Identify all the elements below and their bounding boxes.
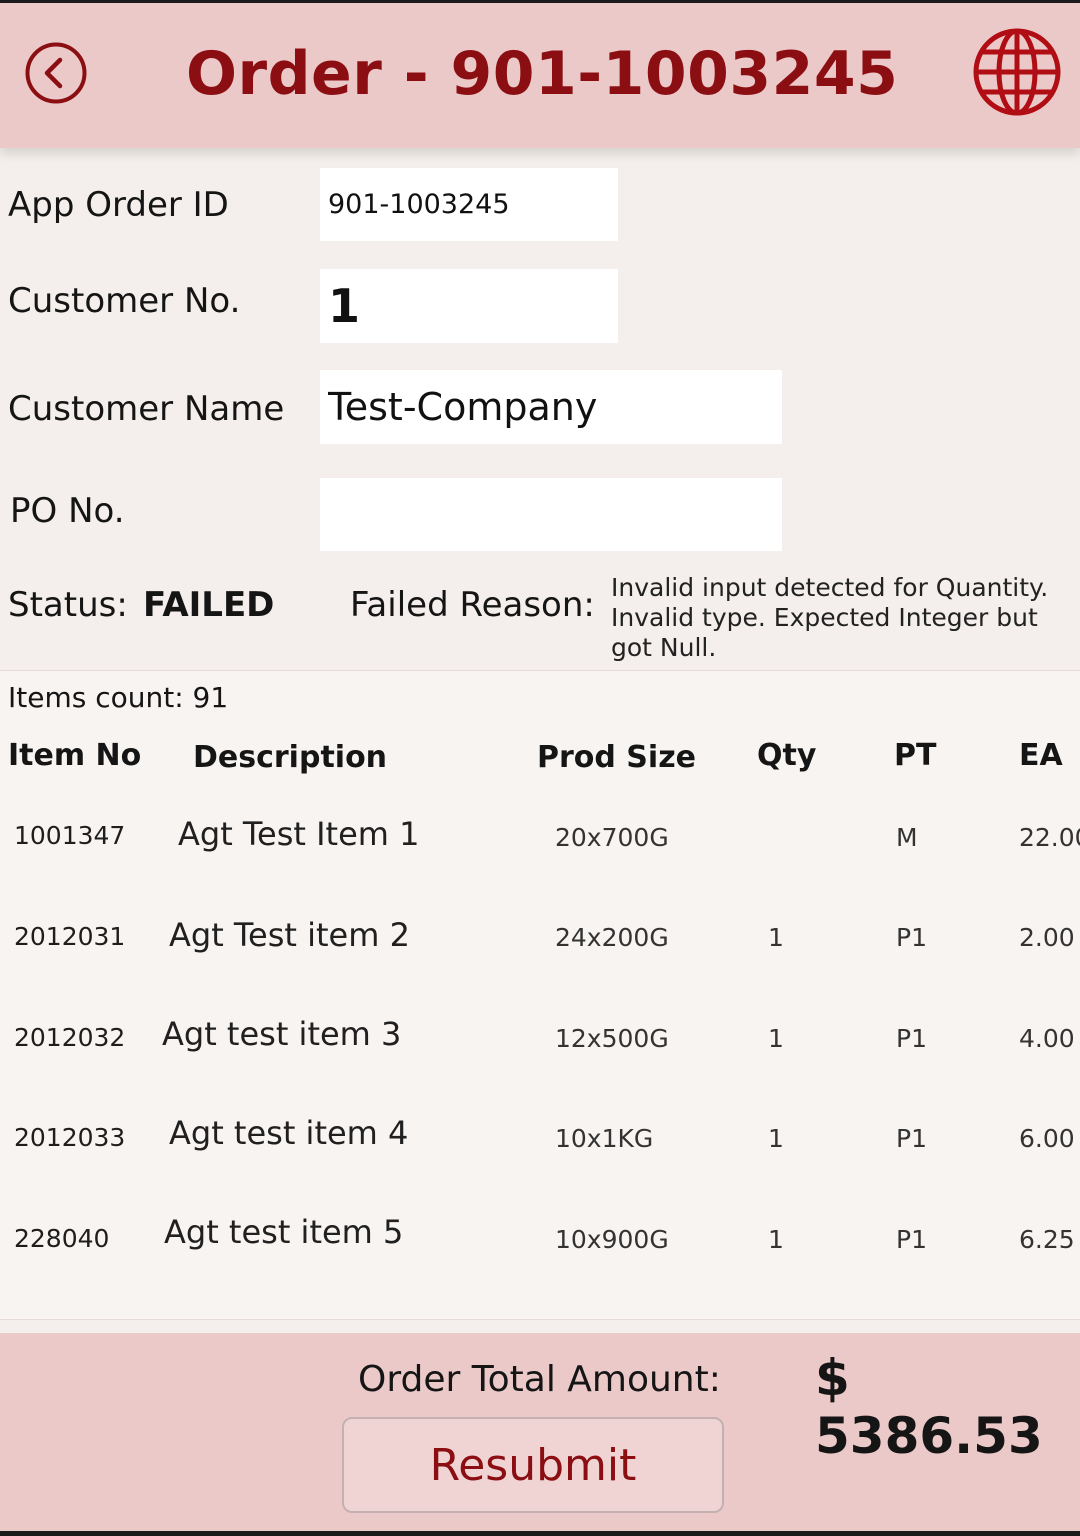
po-no-label: PO No. bbox=[10, 491, 125, 531]
row-ea: 6.00 bbox=[1019, 1124, 1075, 1153]
column-header-item-no: Item No bbox=[8, 738, 142, 773]
column-header-pt: PT bbox=[894, 738, 937, 773]
order-total-value: $ 5386.53 bbox=[815, 1349, 1043, 1465]
app-order-id-field[interactable] bbox=[320, 168, 618, 241]
status-label: Status: bbox=[8, 585, 128, 625]
column-header-description: Description bbox=[193, 740, 388, 775]
failed-reason-label: Failed Reason: bbox=[350, 585, 595, 625]
row-prod-size: 24x200G bbox=[555, 923, 669, 952]
back-arrow-icon bbox=[25, 42, 87, 104]
order-total-label: Order Total Amount: bbox=[358, 1359, 721, 1400]
resubmit-button[interactable]: Resubmit bbox=[342, 1417, 724, 1513]
customer-name-label: Customer Name bbox=[8, 389, 285, 429]
customer-no-field[interactable] bbox=[320, 269, 618, 343]
po-no-field[interactable] bbox=[320, 478, 782, 551]
row-ea: 22.00 bbox=[1019, 823, 1080, 852]
app-header: Order - 901-1003245 bbox=[0, 3, 1080, 148]
column-header-qty: Qty bbox=[757, 738, 817, 773]
row-qty[interactable]: 1 bbox=[768, 923, 784, 952]
language-button[interactable] bbox=[972, 27, 1062, 117]
row-description: Agt Test Item 1 bbox=[178, 815, 420, 853]
row-prod-size: 10x900G bbox=[555, 1225, 669, 1254]
row-prod-size: 10x1KG bbox=[555, 1124, 654, 1153]
row-ea: 6.25 bbox=[1019, 1225, 1075, 1254]
row-description: Agt test item 3 bbox=[162, 1015, 402, 1053]
row-item-no: 1001347 bbox=[14, 821, 126, 850]
failed-reason-text: Invalid input detected for Quantity. Inv… bbox=[611, 573, 1049, 662]
row-pt: P1 bbox=[896, 1225, 927, 1254]
row-pt: M bbox=[896, 823, 918, 852]
row-pt: P1 bbox=[896, 1024, 927, 1053]
app-order-id-label: App Order ID bbox=[8, 185, 229, 225]
row-description: Agt test item 4 bbox=[169, 1114, 409, 1152]
row-prod-size: 12x500G bbox=[555, 1024, 669, 1053]
column-header-prod-size: Prod Size bbox=[537, 740, 697, 775]
items-count: Items count: 91 bbox=[8, 681, 229, 714]
row-item-no: 228040 bbox=[14, 1224, 110, 1253]
order-screen: Order - 901-1003245 App Order ID Custome… bbox=[0, 3, 1080, 1531]
row-prod-size: 20x700G bbox=[555, 823, 669, 852]
row-qty[interactable]: 1 bbox=[768, 1225, 784, 1254]
row-pt: P1 bbox=[896, 923, 927, 952]
row-pt: P1 bbox=[896, 1124, 927, 1153]
row-description: Agt Test item 2 bbox=[169, 916, 410, 954]
column-header-ea: EA bbox=[1019, 738, 1063, 773]
row-ea: 2.00 bbox=[1019, 923, 1075, 952]
back-button[interactable] bbox=[24, 41, 88, 105]
row-item-no: 2012031 bbox=[14, 922, 126, 951]
page-title: Order - 901-1003245 bbox=[186, 39, 899, 109]
row-description: Agt test item 5 bbox=[164, 1213, 404, 1251]
row-qty[interactable]: 1 bbox=[768, 1024, 784, 1053]
row-item-no: 2012032 bbox=[14, 1023, 126, 1052]
status-badge: FAILED bbox=[143, 585, 275, 625]
customer-no-label: Customer No. bbox=[8, 281, 241, 321]
row-qty[interactable]: 1 bbox=[768, 1124, 784, 1153]
row-ea: 4.00 bbox=[1019, 1024, 1075, 1053]
globe-icon bbox=[973, 28, 1061, 116]
customer-name-field[interactable] bbox=[320, 370, 782, 444]
row-item-no: 2012033 bbox=[14, 1123, 126, 1152]
